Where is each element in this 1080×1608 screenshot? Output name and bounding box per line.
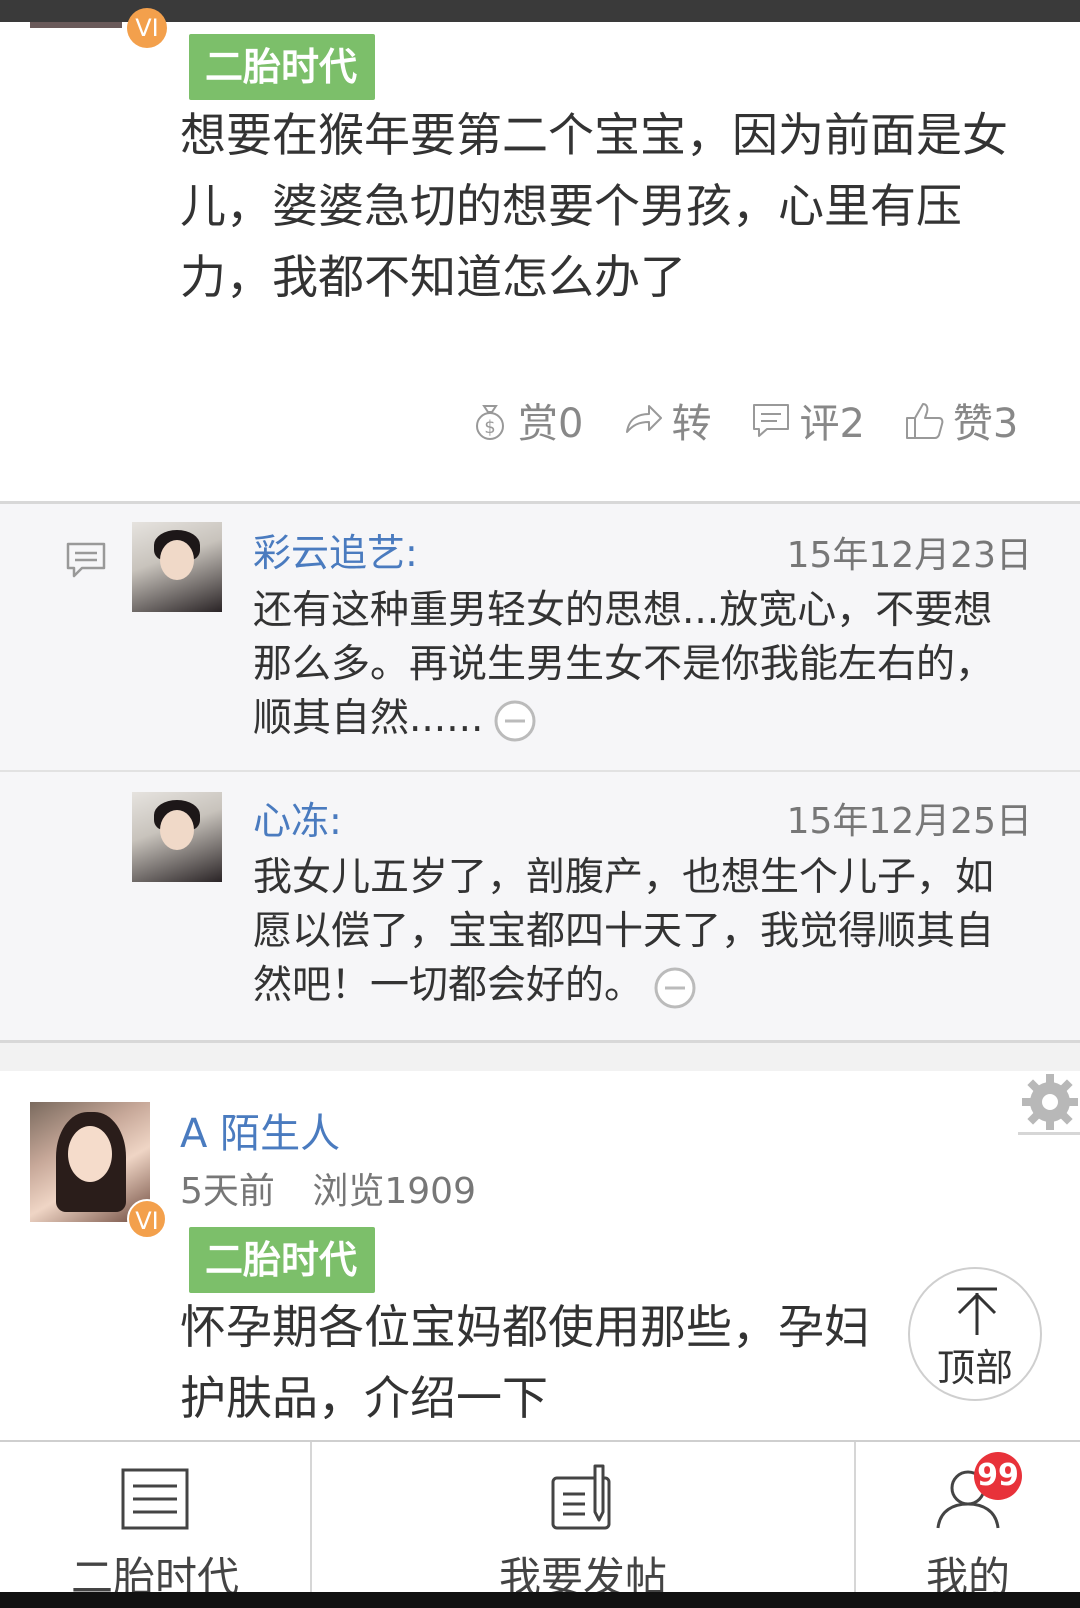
tab-profile[interactable]: 99 我的 — [856, 1442, 1080, 1602]
comment-date: 15年12月25日 — [786, 801, 1032, 842]
category-tag[interactable]: 二胎时代 — [189, 34, 375, 100]
comment-text-content: 还有这种重男轻女的思想...放宽心，不要想那么多。再说生男生女不是你我能左右的，… — [253, 588, 995, 741]
system-nav-edge — [0, 1592, 1080, 1608]
comment-button[interactable]: 评2 — [749, 391, 865, 449]
compose-icon — [551, 1464, 611, 1530]
post-text[interactable]: 想要在猴年要第二个宝宝，因为前面是女儿，婆婆急切的想要个男孩，心里有压力，我都不… — [180, 100, 1048, 320]
back-to-top-label: 顶部 — [936, 1346, 1013, 1390]
comment-text: 我女儿五岁了，剖腹产，也想生个儿子，如愿以偿了，宝宝都四十天了，我觉得顺其自然吧… — [253, 851, 1023, 1013]
commenter-avatar[interactable] — [132, 792, 222, 882]
share-button[interactable]: 转 — [621, 391, 711, 449]
vip-badge: VI — [127, 8, 167, 48]
post-time: 5天前 — [180, 1171, 275, 1212]
commenter-name[interactable]: 彩云追艺: — [253, 522, 418, 577]
like-count: 赞3 — [952, 401, 1019, 447]
section-gap — [0, 1043, 1080, 1071]
tab-new-post[interactable]: 我要发帖 — [312, 1442, 856, 1602]
commenter-name[interactable]: 心冻: — [253, 790, 342, 845]
bottom-navigation: 二胎时代 我要发帖 99 我的 — [0, 1440, 1080, 1608]
svg-text:$: $ — [484, 417, 495, 438]
comment-date: 15年12月23日 — [786, 535, 1032, 576]
like-button[interactable]: 赞3 — [903, 391, 1018, 449]
author-name[interactable]: A 陌生人 — [180, 1101, 340, 1159]
collapse-icon[interactable] — [653, 966, 697, 1010]
post-meta: 5天前 浏览1909 — [180, 1162, 502, 1214]
arrow-up-icon — [957, 1287, 997, 1335]
list-icon — [121, 1468, 189, 1530]
comment-text: 还有这种重男轻女的思想...放宽心，不要想那么多。再说生男生女不是你我能左右的，… — [253, 584, 1023, 746]
tab-home[interactable]: 二胎时代 — [0, 1442, 312, 1602]
share-arrow-icon — [626, 405, 663, 433]
comment-icon — [753, 404, 790, 437]
previous-avatar-edge — [30, 22, 122, 28]
reward-count: 赏0 — [518, 401, 584, 447]
view-count: 浏览1909 — [312, 1171, 476, 1212]
comment-count: 评2 — [799, 401, 865, 447]
thumbs-up-icon — [905, 403, 944, 439]
comment-text-content: 我女儿五岁了，剖腹产，也想生个儿子，如愿以偿了，宝宝都四十天了，我觉得顺其自然吧… — [253, 855, 995, 1008]
money-bag-icon: $ — [476, 405, 504, 440]
collapse-icon[interactable] — [493, 699, 537, 743]
reward-button[interactable]: $ 赏0 — [468, 391, 583, 449]
post-actions: $ 赏0 转 评2 赞3 — [468, 390, 1018, 450]
vip-badge: VI — [127, 1199, 167, 1239]
notification-badge: 99 — [974, 1452, 1022, 1500]
divider — [1018, 1132, 1080, 1135]
share-label: 转 — [671, 401, 712, 447]
commenter-avatar[interactable] — [132, 522, 222, 612]
gear-icon[interactable] — [1020, 1072, 1080, 1132]
category-tag[interactable]: 二胎时代 — [189, 1227, 375, 1293]
post-text[interactable]: 怀孕期各位宝妈都使用那些，孕妇护肤品，介绍一下 — [180, 1292, 900, 1432]
back-to-top-button[interactable]: 顶部 — [908, 1267, 1042, 1401]
